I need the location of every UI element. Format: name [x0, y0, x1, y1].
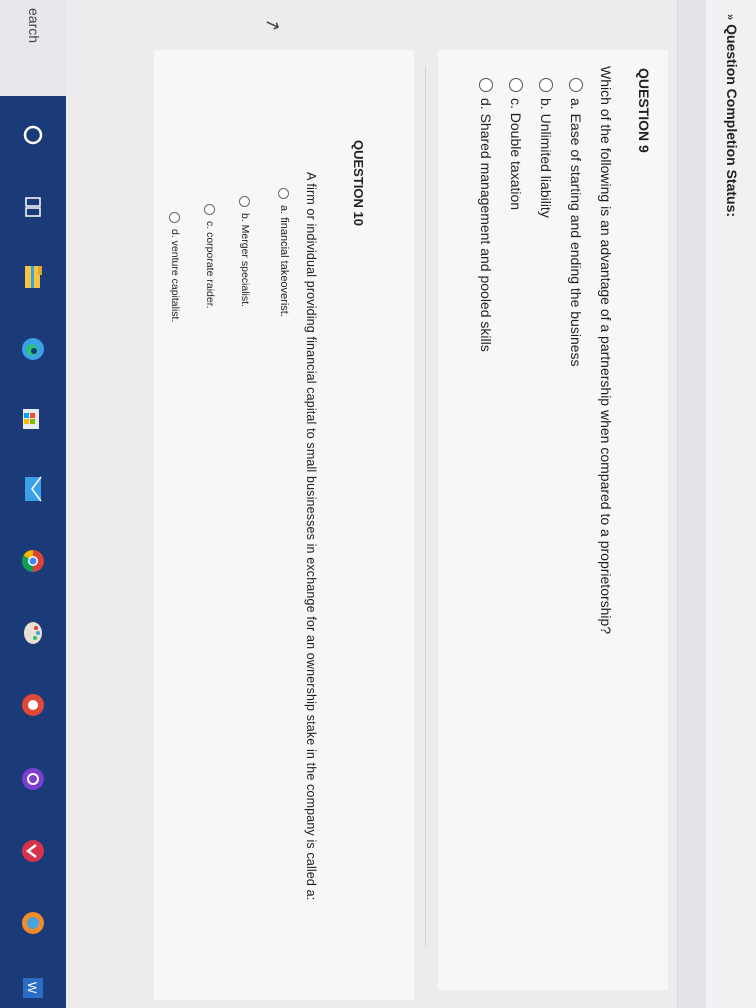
status-strip	[677, 0, 706, 1008]
quiz-page: »Question Completion Status: QUESTION 9 …	[66, 0, 756, 1008]
question-10-option-b[interactable]: b. Merger specialist.	[239, 196, 251, 307]
radio-button[interactable]	[204, 204, 216, 215]
question-9-option-b[interactable]: b. Unlimited liability	[538, 78, 554, 218]
question-9-option-c[interactable]: c. Double taxation	[508, 78, 524, 210]
question-9-title: QUESTION 9	[636, 68, 652, 153]
option-label: c. corporate raider.	[204, 221, 216, 309]
radio-button[interactable]	[539, 78, 553, 92]
question-10-option-c[interactable]: c. corporate raider.	[204, 204, 216, 309]
app-icon[interactable]	[18, 908, 48, 938]
status-label: Question Completion Status:	[724, 24, 740, 218]
screen: »Question Completion Status: QUESTION 9 …	[0, 0, 756, 1008]
taskbar: earch W	[0, 0, 66, 1008]
radio-button[interactable]	[509, 78, 523, 92]
option-label: b. Unlimited liability	[538, 98, 554, 218]
question-10-text: A firm or individual providing financial…	[304, 172, 318, 901]
question-10-option-d[interactable]: d. venture capitalist.	[169, 212, 181, 322]
chevron-icon: »	[724, 14, 736, 21]
question-9-text: Which of the following is an advantage o…	[598, 66, 614, 635]
file-explorer-icon[interactable]	[18, 262, 48, 292]
radio-button[interactable]	[569, 78, 583, 92]
status-title[interactable]: » Question Completion Status:	[724, 14, 740, 217]
task-view-icon[interactable]	[18, 192, 48, 222]
media-icon[interactable]	[18, 764, 48, 794]
question-9-option-d[interactable]: d. Shared management and pooled skills	[478, 78, 494, 352]
option-label: d. venture capitalist.	[169, 229, 181, 323]
chrome-icon[interactable]	[18, 546, 48, 576]
store-icon[interactable]	[18, 404, 48, 434]
question-9-option-a[interactable]: a. Ease of starting and ending the busin…	[568, 78, 584, 367]
question-separator	[425, 66, 426, 946]
mail-icon[interactable]	[18, 474, 48, 504]
question-10-option-a[interactable]: a. financial takeoverist.	[278, 188, 290, 317]
word-icon[interactable]: W	[18, 974, 48, 1002]
cortana-icon[interactable]	[18, 120, 48, 150]
option-label: b. Merger specialist.	[239, 213, 251, 307]
status-bar: » Question Completion Status:	[705, 0, 756, 1008]
vpn-icon[interactable]	[18, 836, 48, 866]
option-label: c. Double taxation	[508, 98, 524, 211]
option-label: a. financial takeoverist.	[278, 205, 290, 317]
radio-button[interactable]	[479, 78, 493, 92]
record-icon[interactable]	[18, 690, 48, 720]
search-label: earch	[26, 8, 42, 44]
radio-button[interactable]	[278, 188, 290, 199]
option-label: a. Ease of starting and ending the busin…	[568, 98, 584, 367]
svg-text:W: W	[25, 982, 39, 994]
radio-button[interactable]	[169, 212, 181, 223]
paint-icon[interactable]	[18, 618, 48, 648]
option-label: d. Shared management and pooled skills	[478, 98, 494, 352]
edge-icon[interactable]	[18, 334, 48, 364]
mouse-cursor-icon: ↗	[260, 13, 285, 35]
question-10-title: QUESTION 10	[351, 140, 366, 226]
radio-button[interactable]	[239, 196, 251, 207]
taskbar-search[interactable]: earch	[0, 0, 66, 96]
